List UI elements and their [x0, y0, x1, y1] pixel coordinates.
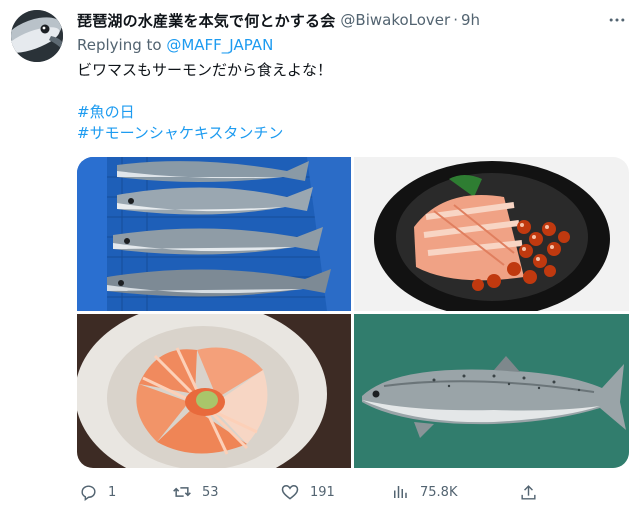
user-handle[interactable]: @BiwakoLover: [340, 11, 450, 29]
reply-icon: [76, 480, 100, 504]
tweet-text: ビワマスもサーモンだから食えよな！: [77, 61, 333, 79]
avatar[interactable]: [11, 10, 63, 62]
media-grid: [77, 157, 629, 468]
views-count: 75.8K: [420, 484, 458, 500]
share-icon: [516, 480, 540, 504]
views-icon: [388, 480, 412, 504]
replying-prefix: Replying to: [77, 36, 167, 54]
timestamp[interactable]: 9h: [461, 11, 480, 29]
like-count: 191: [310, 484, 335, 500]
separator-dot: ·: [453, 11, 458, 29]
more-options-icon[interactable]: [606, 9, 628, 31]
photo-fish-in-crate[interactable]: [77, 157, 351, 311]
display-name[interactable]: 琵琶湖の水産業を本気で何とかする会: [77, 10, 335, 31]
reply-count: 1: [108, 484, 117, 500]
hashtag-link[interactable]: #魚の日: [77, 102, 135, 122]
tweet-header: 琵琶湖の水産業を本気で何とかする会 @BiwakoLover · 9h: [77, 10, 480, 30]
photo-salmon-sashimi-bowl[interactable]: [77, 314, 351, 468]
share-button[interactable]: [516, 480, 540, 504]
replying-to: Replying to @MAFF_JAPAN: [77, 36, 273, 54]
photo-salmon-ikura-bowl[interactable]: [354, 157, 629, 311]
tweet[interactable]: 琵琶湖の水産業を本気で何とかする会 @BiwakoLover · 9h Repl…: [0, 0, 640, 517]
retweet-icon: [170, 480, 194, 504]
action-bar: 1 53 191 75.8K: [72, 480, 552, 504]
retweet-count: 53: [202, 484, 219, 500]
views-button[interactable]: 75.8K: [388, 480, 457, 504]
retweet-button[interactable]: 53: [170, 480, 219, 504]
hashtag-link[interactable]: #サモーンシャケキスタンチン: [77, 123, 283, 143]
mention-link[interactable]: @MAFF_JAPAN: [166, 36, 273, 54]
photo-whole-fish[interactable]: [354, 314, 629, 468]
heart-icon: [278, 480, 302, 504]
like-button[interactable]: 191: [278, 480, 335, 504]
reply-button[interactable]: 1: [76, 480, 116, 504]
